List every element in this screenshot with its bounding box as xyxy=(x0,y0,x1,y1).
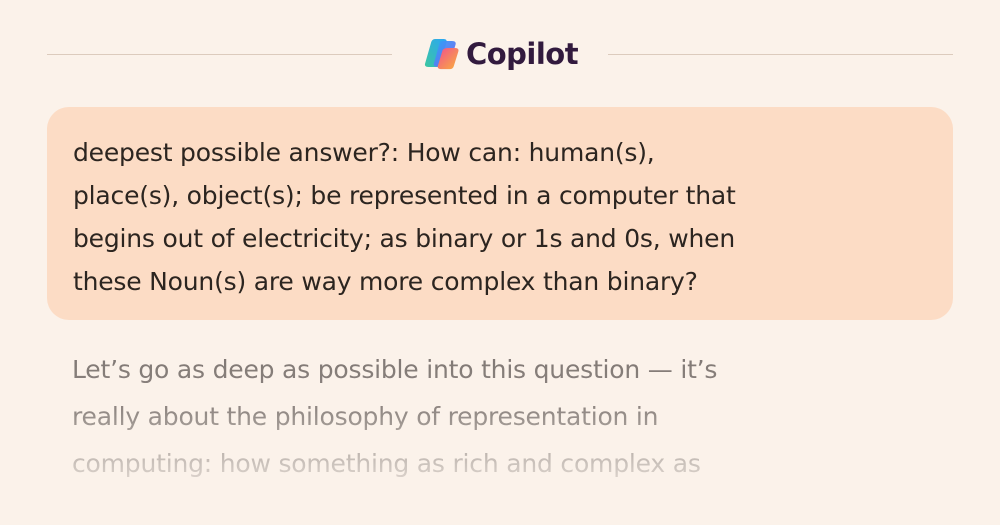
user-message-line: these Noun(s) are way more complex than … xyxy=(73,267,698,296)
user-message-line: place(s), object(s); be represented in a… xyxy=(73,181,736,210)
copilot-logo-icon xyxy=(424,39,459,70)
user-message-text: deepest possible answer?: How can: human… xyxy=(73,131,927,303)
assistant-message: Let’s go as deep as possible into this q… xyxy=(72,346,932,496)
assistant-message-text: Let’s go as deep as possible into this q… xyxy=(72,346,932,487)
user-message-line: begins out of electricity; as binary or … xyxy=(73,224,735,253)
header: Copilot xyxy=(47,28,954,80)
header-divider-left xyxy=(47,53,392,55)
assistant-message-line: really about the philosophy of represent… xyxy=(72,402,659,431)
header-divider-right xyxy=(608,53,954,55)
assistant-message-line: Let’s go as deep as possible into this q… xyxy=(72,355,718,384)
brand: Copilot xyxy=(392,36,608,72)
user-message-line: deepest possible answer?: How can: human… xyxy=(73,138,655,167)
brand-name: Copilot xyxy=(465,37,579,71)
user-message-bubble: deepest possible answer?: How can: human… xyxy=(47,107,953,320)
assistant-message-line: computing: how something as rich and com… xyxy=(72,449,701,478)
